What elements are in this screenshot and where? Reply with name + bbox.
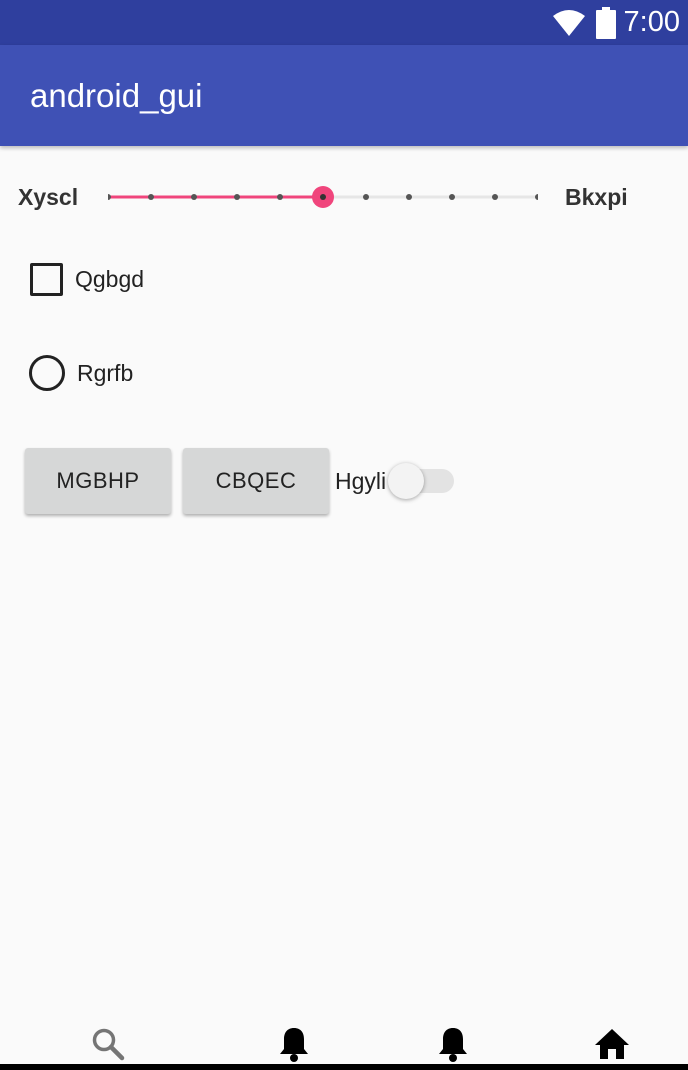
bell-icon bbox=[278, 1025, 310, 1063]
slider-tick bbox=[449, 194, 455, 200]
status-bar: 7:00 bbox=[0, 0, 688, 45]
slider-max-label: Bkxpi bbox=[565, 184, 628, 210]
checkbox-item[interactable]: Qgbgd bbox=[30, 260, 144, 298]
slider-tick bbox=[277, 194, 283, 200]
home-icon bbox=[594, 1028, 630, 1060]
slider-min-label: Xyscl bbox=[18, 184, 79, 210]
cbqec-button[interactable]: CBQEC bbox=[183, 448, 329, 514]
battery-icon bbox=[595, 6, 616, 39]
slider-tick bbox=[108, 194, 111, 200]
mgbhp-button[interactable]: MGBHP bbox=[25, 448, 171, 514]
slider-tick bbox=[535, 194, 538, 200]
slider-tick bbox=[191, 194, 197, 200]
slider-tick bbox=[406, 194, 412, 200]
slider-row: Xyscl Bkxpi bbox=[0, 175, 688, 219]
nav-notifications-button-2[interactable] bbox=[433, 1024, 473, 1064]
status-clock: 7:00 bbox=[623, 6, 680, 38]
checkbox[interactable] bbox=[30, 262, 63, 296]
slider-tick bbox=[363, 194, 369, 200]
wifi-icon bbox=[552, 8, 586, 38]
switch-thumb[interactable] bbox=[388, 463, 424, 499]
discrete-slider[interactable] bbox=[108, 175, 538, 219]
slider-tick bbox=[148, 194, 154, 200]
app-title: android_gui bbox=[30, 77, 203, 114]
bottom-navigation bbox=[0, 1018, 688, 1066]
app-bar: android_gui bbox=[0, 45, 688, 146]
nav-notifications-button-1[interactable] bbox=[274, 1024, 314, 1064]
switch-label: Hgyli bbox=[335, 468, 387, 494]
radio-label: Rgrfb bbox=[77, 359, 134, 386]
search-icon bbox=[91, 1027, 125, 1061]
bell-icon bbox=[437, 1025, 469, 1063]
status-icons: 7:00 bbox=[552, 0, 680, 45]
slider-thumb-dot bbox=[320, 194, 326, 200]
radio-button[interactable] bbox=[29, 355, 65, 391]
nav-search-button[interactable] bbox=[88, 1024, 128, 1064]
slider-tick bbox=[234, 194, 240, 200]
checkbox-label: Qgbgd bbox=[75, 265, 145, 292]
radio-item[interactable]: Rgrfb bbox=[29, 354, 133, 392]
bottom-edge bbox=[0, 1064, 688, 1070]
nav-home-button[interactable] bbox=[592, 1024, 632, 1064]
slider-tick bbox=[492, 194, 498, 200]
